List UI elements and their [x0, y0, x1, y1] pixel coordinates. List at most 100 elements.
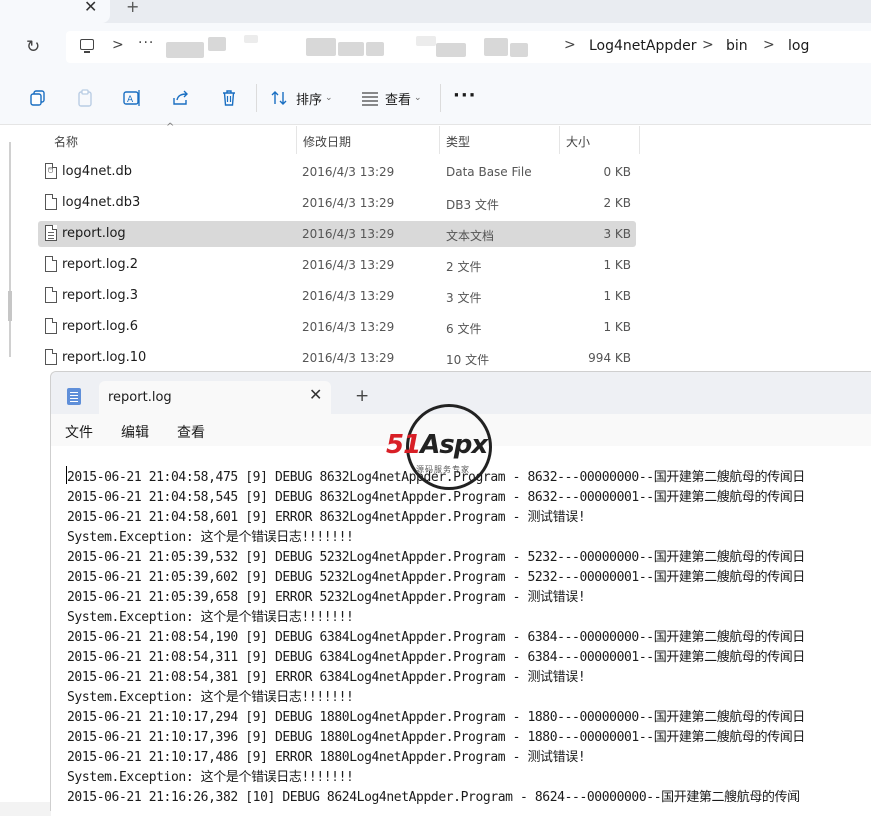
file-row[interactable]: report.log.2 2016/4/3 13:29 2 文件 1 KB — [38, 252, 636, 278]
file-date: 2016/4/3 13:29 — [302, 258, 395, 272]
notepad-icon — [67, 388, 81, 405]
watermark-brand: 51Aspx — [386, 430, 514, 460]
breadcrumb-more-icon[interactable]: ··· — [138, 35, 154, 51]
menu-edit[interactable]: 编辑 — [121, 422, 149, 442]
notepad-tab-title: report.log — [108, 390, 172, 405]
file-name: report.log — [62, 226, 126, 241]
redacted-path-segment — [166, 42, 204, 58]
file-type: 6 文件 — [446, 322, 482, 336]
chevron-right-icon[interactable]: > — [564, 37, 576, 53]
file-icon — [45, 194, 57, 210]
column-header-name[interactable]: 名称 — [54, 133, 78, 150]
command-bar: A 排序 ⌄ 查看 ⌄ ··· — [0, 71, 871, 125]
file-icon — [45, 318, 57, 334]
file-row[interactable]: log4net.db3 2016/4/3 13:29 DB3 文件 2 KB — [38, 190, 636, 216]
file-row[interactable]: log4net.db 2016/4/3 13:29 Data Base File… — [38, 159, 636, 185]
sort-button[interactable]: 排序 — [296, 89, 322, 108]
view-icon[interactable] — [360, 88, 380, 108]
redacted-path-segment — [510, 43, 528, 57]
column-divider[interactable] — [296, 126, 297, 154]
redacted-path-segment — [436, 43, 466, 57]
sort-ascending-icon: ^ — [166, 122, 175, 133]
explorer-tab-strip: ✕ + — [0, 0, 871, 23]
notepad-text-area[interactable]: 2015-06-21 21:04:58,475 [9] DEBUG 8632Lo… — [51, 446, 871, 816]
redacted-path-segment — [306, 38, 336, 56]
sort-icon[interactable] — [270, 88, 288, 108]
share-icon[interactable] — [171, 88, 191, 108]
column-header-size[interactable]: 大小 — [566, 133, 590, 150]
copy-icon[interactable] — [28, 88, 48, 108]
log-line: 2015-06-21 21:10:17,486 [9] ERROR 1880Lo… — [67, 750, 586, 765]
rename-icon[interactable]: A — [122, 88, 142, 108]
file-row[interactable]: report.log.6 2016/4/3 13:29 6 文件 1 KB — [38, 314, 636, 340]
menu-file[interactable]: 文件 — [65, 422, 93, 442]
new-tab-icon[interactable]: + — [126, 0, 139, 16]
breadcrumb[interactable]: > ··· > Log4netAppder > bin > log — [66, 31, 871, 63]
log-line: 2015-06-21 21:10:17,396 [9] DEBUG 1880Lo… — [67, 730, 805, 745]
file-type: Data Base File — [446, 165, 532, 179]
log-line: System.Exception: 这个是个错误日志!!!!!!! — [67, 610, 354, 625]
file-size: 994 KB — [588, 351, 631, 365]
file-row-selected[interactable]: report.log 2016/4/3 13:29 文本文档 3 KB — [38, 221, 636, 247]
address-bar-row: ↻ > ··· > Log4netAppder > bin > log — [0, 23, 871, 71]
column-divider[interactable] — [559, 126, 560, 154]
file-date: 2016/4/3 13:29 — [302, 165, 395, 179]
database-file-icon — [45, 163, 57, 179]
log-line: System.Exception: 这个是个错误日志!!!!!!! — [67, 690, 354, 705]
watermark-brand-black: Aspx — [420, 430, 488, 460]
file-row[interactable]: report.log.3 2016/4/3 13:29 3 文件 1 KB — [38, 283, 636, 309]
refresh-icon[interactable]: ↻ — [26, 37, 40, 57]
close-icon[interactable]: ✕ — [84, 0, 97, 16]
close-icon[interactable]: ✕ — [309, 385, 322, 404]
menu-view[interactable]: 查看 — [177, 422, 205, 442]
file-date: 2016/4/3 13:29 — [302, 351, 395, 365]
breadcrumb-item-bin[interactable]: bin — [726, 38, 748, 54]
log-line: 2015-06-21 21:05:39,602 [9] DEBUG 5232Lo… — [67, 570, 805, 585]
paste-icon[interactable] — [75, 88, 95, 108]
toolbar-divider — [440, 84, 441, 112]
new-tab-icon[interactable]: + — [355, 386, 369, 406]
redacted-path-segment — [244, 35, 258, 43]
log-line: 2015-06-21 21:08:54,381 [9] ERROR 6384Lo… — [67, 670, 586, 685]
text-document-icon — [45, 225, 57, 241]
chevron-down-icon[interactable]: ⌄ — [414, 93, 422, 103]
watermark-brand-red: 51 — [386, 430, 421, 460]
file-row[interactable]: report.log.10 2016/4/3 13:29 10 文件 994 K… — [38, 345, 636, 371]
chevron-down-icon[interactable]: ⌄ — [325, 93, 333, 103]
svg-text:A: A — [127, 95, 134, 105]
chevron-right-icon[interactable]: > — [112, 37, 124, 53]
file-size: 0 KB — [603, 165, 631, 179]
breadcrumb-item-log4netappder[interactable]: Log4netAppder — [589, 38, 697, 54]
column-divider[interactable] — [439, 126, 440, 154]
redacted-path-segment — [416, 36, 436, 46]
column-header-date[interactable]: 修改日期 — [303, 133, 351, 150]
computer-icon[interactable] — [80, 39, 94, 53]
watermark-tagline: 源码服务专家 — [416, 465, 470, 474]
view-button[interactable]: 查看 — [385, 89, 411, 108]
column-header-type[interactable]: 类型 — [446, 133, 470, 150]
file-name: report.log.10 — [62, 350, 147, 365]
file-type: 3 文件 — [446, 291, 482, 305]
file-icon — [45, 256, 57, 272]
file-date: 2016/4/3 13:29 — [302, 320, 395, 334]
breadcrumb-item-log[interactable]: log — [788, 38, 809, 54]
notepad-tab[interactable]: report.log ✕ — [99, 381, 331, 414]
file-type: 2 文件 — [446, 260, 482, 274]
file-type: 文本文档 — [446, 229, 495, 243]
log-line: 2015-06-21 21:05:39,532 [9] DEBUG 5232Lo… — [67, 550, 805, 565]
more-options-icon[interactable]: ··· — [453, 85, 477, 106]
log-line: 2015-06-21 21:08:54,190 [9] DEBUG 6384Lo… — [67, 630, 805, 645]
nav-pane-scrollbar[interactable] — [9, 142, 11, 357]
delete-icon[interactable] — [219, 88, 239, 108]
navigation-pane — [0, 126, 20, 376]
file-name: report.log.2 — [62, 257, 139, 272]
nav-pane-scrollbar-thumb[interactable] — [8, 291, 12, 321]
redacted-path-segment — [366, 42, 384, 56]
file-type: 10 文件 — [446, 353, 490, 367]
chevron-right-icon[interactable]: > — [763, 37, 775, 53]
chevron-right-icon[interactable]: > — [702, 37, 714, 53]
redacted-path-segment — [208, 37, 226, 51]
file-size: 2 KB — [603, 196, 631, 210]
column-divider[interactable] — [639, 126, 640, 154]
file-size: 3 KB — [603, 227, 631, 241]
